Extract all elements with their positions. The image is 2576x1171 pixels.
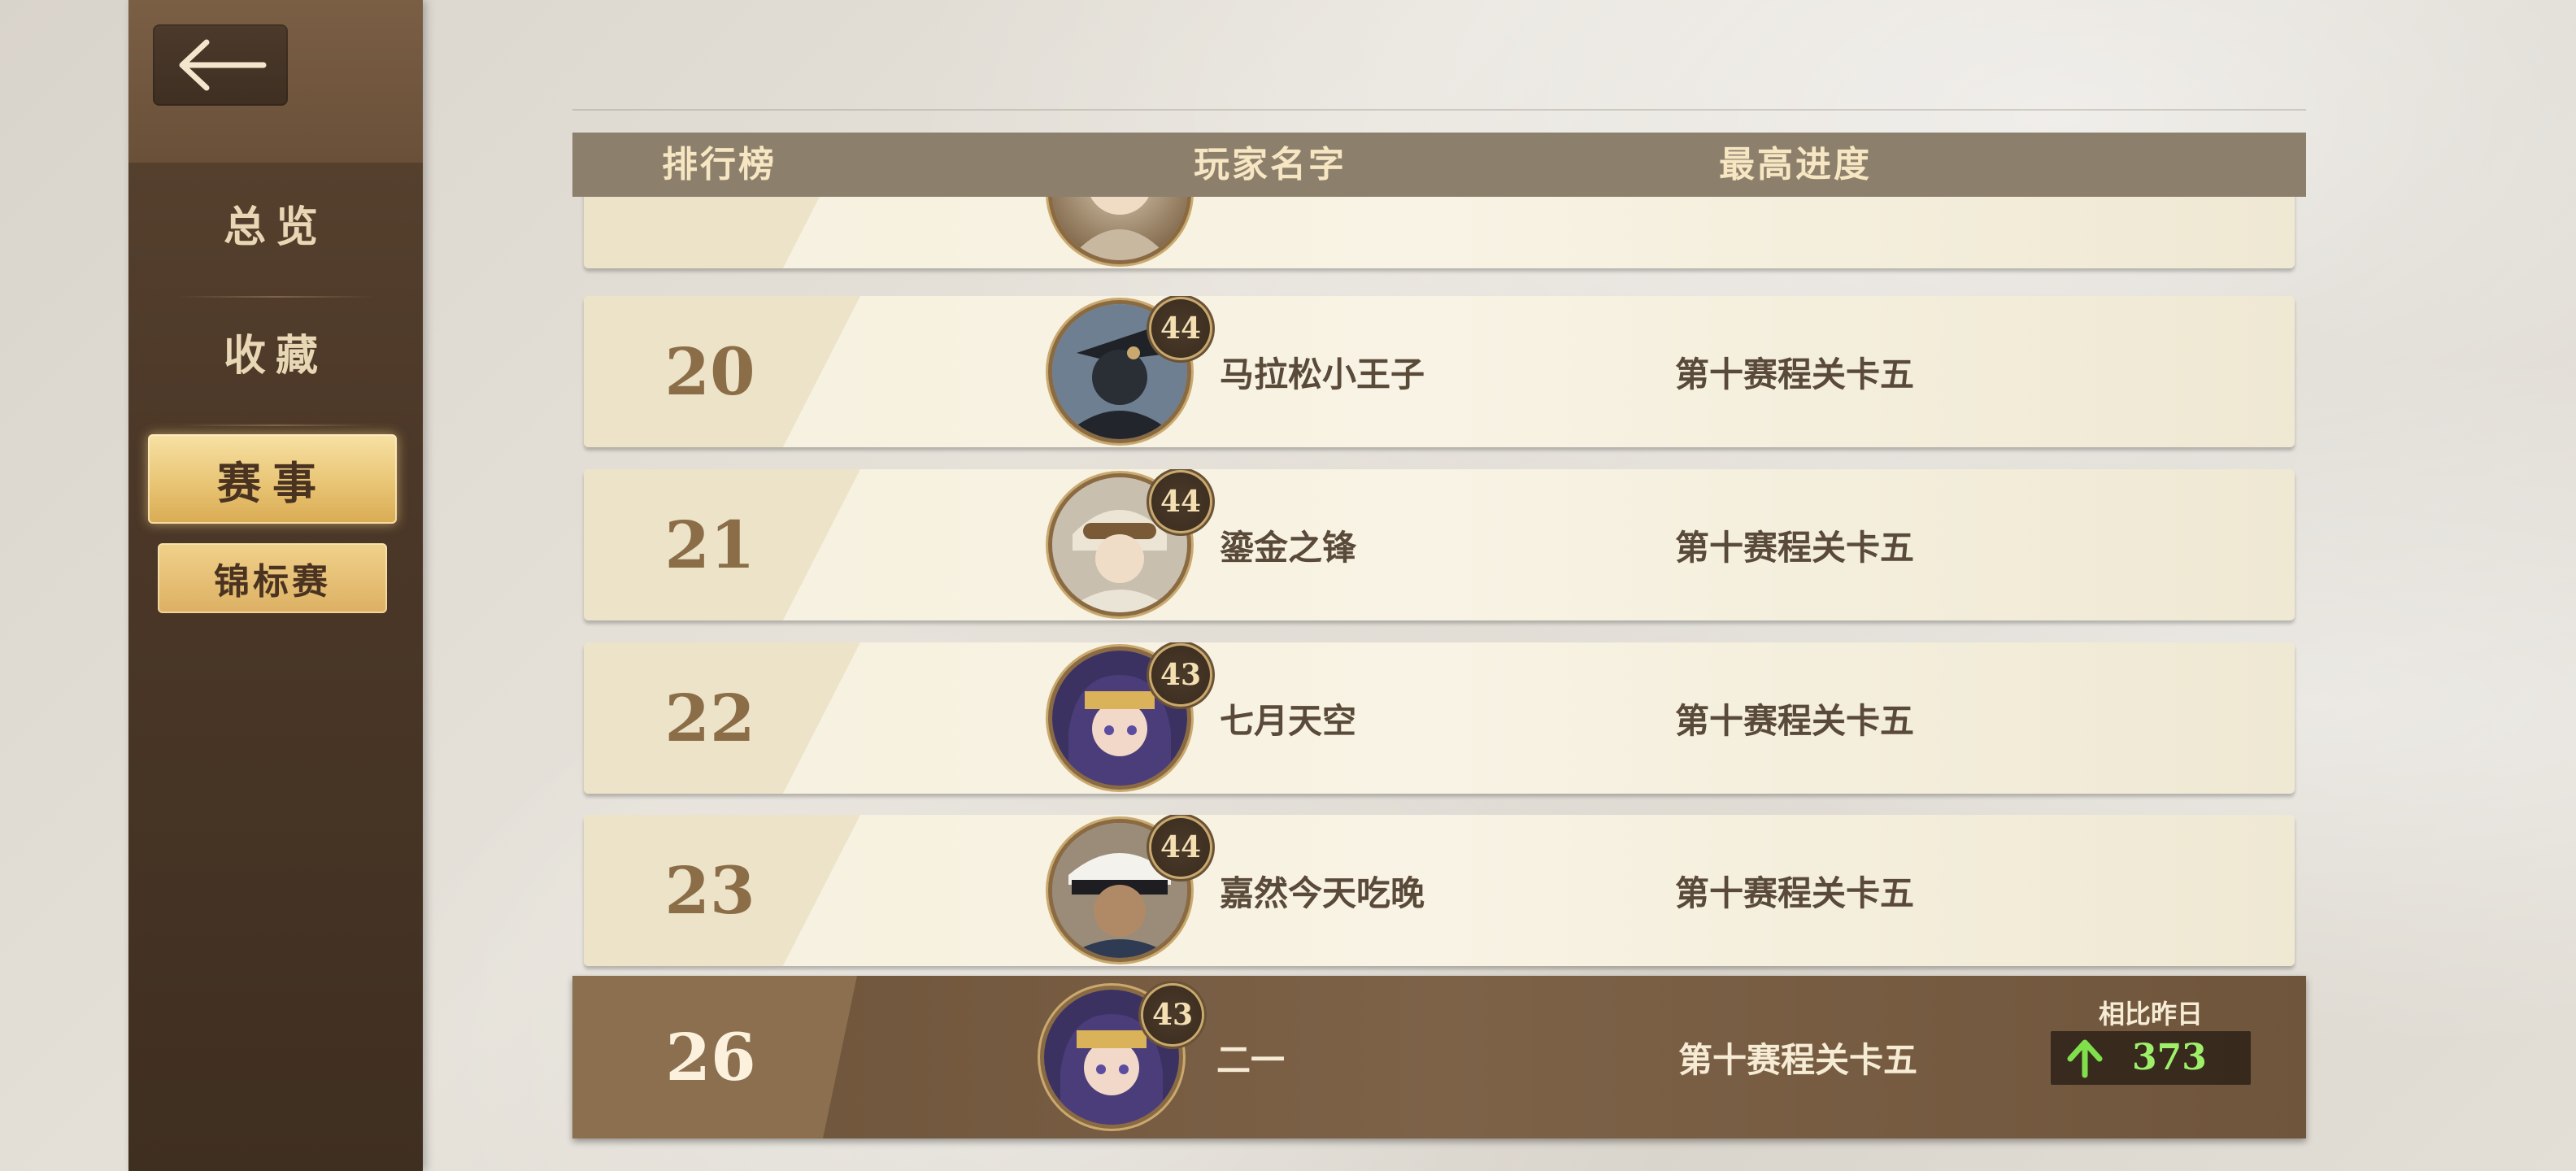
player-name: 七月天空 [1220, 700, 1357, 741]
back-button[interactable] [153, 24, 288, 106]
nav-overview-label: 总览 [223, 202, 328, 252]
best-progress: 第十赛程关卡五 [1675, 700, 1915, 741]
level-badge: 44 [1151, 818, 1210, 877]
compare-label: 相比昨日 [2098, 999, 2203, 1030]
level-badge: 44 [1151, 299, 1210, 358]
header-best-progress: 最高进度 [1719, 144, 1872, 185]
level-badge: 43 [1151, 646, 1210, 704]
rank-number: 22 [664, 680, 755, 756]
back-arrow-icon [179, 39, 267, 91]
rank-number: 21 [664, 507, 755, 583]
player-name: 嘉然今天吃晚 [1220, 873, 1425, 913]
nav-championship-label: 锦标赛 [214, 561, 331, 603]
best-progress: 第十赛程关卡五 [1675, 354, 1915, 394]
self-rank-row[interactable]: 26 43 二一 第十赛程关卡五 相比昨日 373 [572, 976, 2306, 1138]
nav-events[interactable]: 赛事 [148, 434, 397, 524]
best-progress: 第十赛程关卡五 [1675, 873, 1915, 913]
list-item[interactable]: 21 44 鎏金之锋 第十赛程关卡五 [584, 469, 2295, 620]
list-item[interactable] [584, 197, 2295, 268]
self-player-name: 二一 [1216, 1039, 1286, 1080]
self-rank-number: 26 [665, 1019, 756, 1095]
nav-collection-label: 收藏 [223, 330, 328, 381]
nav-championship[interactable]: 锦标赛 [158, 543, 387, 613]
compare-value: 373 [2132, 1037, 2207, 1078]
player-name: 鎏金之锋 [1220, 527, 1357, 568]
rank-number: 20 [664, 333, 755, 410]
top-divider [572, 109, 2306, 111]
list-item[interactable]: 23 44 嘉然今天吃晚 第十赛程关卡五 [584, 815, 2295, 966]
level-badge: 44 [1151, 472, 1210, 531]
header-rank: 排行榜 [662, 144, 777, 185]
best-progress: 第十赛程关卡五 [1675, 527, 1915, 568]
header-player-name: 玩家名字 [1194, 144, 1347, 185]
rank-number: 23 [664, 852, 755, 929]
leaderboard-list[interactable]: 20 44 马拉松小王子 第十赛程关卡五 21 44 鎏金之锋 第十赛程关卡五 … [569, 197, 2309, 977]
player-name: 马拉松小王子 [1220, 354, 1425, 394]
arrow-up-icon [2067, 1039, 2103, 1078]
nav-overview[interactable]: 总览 [128, 159, 423, 286]
sidebar: 总览 收藏 赛事 锦标赛 [128, 0, 423, 1171]
nav-collection[interactable]: 收藏 [128, 288, 423, 415]
list-item[interactable]: 22 43 七月天空 第十赛程关卡五 [584, 642, 2295, 794]
leaderboard-header: 排行榜 玩家名字 最高进度 [572, 133, 2306, 197]
self-level-badge: 43 [1143, 986, 1202, 1044]
nav-events-label: 赛事 [217, 456, 328, 509]
self-best-progress: 第十赛程关卡五 [1678, 1039, 1918, 1080]
nav-divider [177, 424, 374, 426]
avatar [1052, 197, 1187, 260]
list-item[interactable]: 20 44 马拉松小王子 第十赛程关卡五 [584, 296, 2295, 447]
compare-badge: 373 [2051, 1031, 2251, 1085]
sidebar-header [128, 0, 423, 163]
